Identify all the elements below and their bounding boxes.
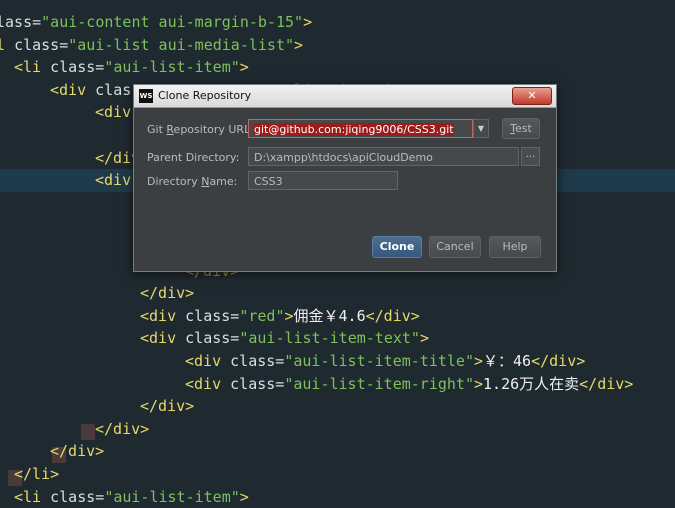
- code-line[interactable]: <div class="aui-list-item-title">￥：46</d…: [0, 350, 675, 373]
- help-button[interactable]: Help: [489, 236, 541, 258]
- code-token: </li>: [14, 465, 60, 483]
- code-line[interactable]: </div>: [0, 282, 675, 305]
- code-token: 佣金￥4.6: [293, 306, 366, 325]
- code-token: class=: [230, 374, 285, 393]
- code-token: clas: [95, 80, 132, 99]
- code-token: <div: [140, 306, 186, 325]
- browse-button[interactable]: ...: [521, 147, 540, 166]
- code-token: l: [0, 35, 6, 54]
- code-line[interactable]: <li class="aui-list-item">: [0, 56, 675, 79]
- code-token: </div>: [50, 442, 105, 461]
- code-token: >: [284, 306, 294, 325]
- code-token: class=: [185, 306, 240, 325]
- code-text: <li class="aui-list-item">: [14, 56, 249, 79]
- code-token: ￥：46: [483, 352, 532, 370]
- code-token: >: [294, 35, 304, 54]
- code-line[interactable]: l class="aui-list aui-media-list">: [0, 34, 675, 57]
- code-text: <div class="aui-list-item-title">￥：46</d…: [185, 350, 585, 373]
- directory-name-input[interactable]: CSS3: [248, 171, 398, 190]
- repository-url-input[interactable]: git@github.com:jiqing9006/CSS3.git: [248, 119, 473, 138]
- code-token: class=: [230, 352, 285, 370]
- webstorm-app-icon: WS: [139, 89, 153, 103]
- code-token: <div: [185, 352, 231, 370]
- code-token: >: [474, 352, 484, 370]
- code-token: >: [419, 329, 429, 348]
- code-token: <li: [14, 58, 51, 77]
- code-token: 1.26万人在卖: [483, 374, 580, 393]
- code-token: "aui-list-item-text": [239, 329, 420, 348]
- code-text: </div>: [140, 282, 194, 305]
- code-token: "red": [239, 306, 285, 325]
- code-token: >: [303, 13, 313, 31]
- code-text: <div class="aui-list-item-text">: [140, 327, 429, 350]
- url-history-dropdown[interactable]: ▼: [473, 119, 489, 138]
- code-token: </div>: [531, 352, 586, 370]
- code-line[interactable]: <div class="aui-list-item-right">1.26万人在…: [0, 373, 675, 396]
- parent-directory-input[interactable]: D:\xampp\htdocs\apiCloudDemo: [248, 147, 519, 166]
- code-token: >: [239, 58, 249, 77]
- code-text: l class="aui-list aui-media-list">: [0, 34, 303, 57]
- clone-button[interactable]: Clone: [372, 236, 422, 258]
- code-line[interactable]: </li>: [0, 463, 675, 486]
- code-text: </div>: [50, 440, 104, 463]
- dialog-title: Clone Repository: [158, 89, 252, 102]
- code-line[interactable]: </div>: [0, 440, 675, 463]
- code-token: >: [239, 487, 249, 506]
- code-token: </div>: [95, 419, 150, 438]
- test-button[interactable]: Test: [502, 118, 540, 139]
- code-token: </div>: [365, 306, 420, 325]
- code-token: class=: [50, 58, 105, 77]
- dialog-titlebar[interactable]: WS Clone Repository ✕: [134, 85, 556, 108]
- code-token: class=: [185, 329, 240, 348]
- code-line[interactable]: lass="aui-content aui-margin-b-15">: [0, 11, 675, 34]
- code-token: lass=: [0, 13, 42, 31]
- close-button[interactable]: ✕: [512, 87, 552, 105]
- code-token: <li: [14, 487, 51, 506]
- code-token: "aui-list-item": [104, 487, 240, 506]
- cancel-button[interactable]: Cancel: [429, 236, 481, 258]
- code-token: "aui-list-item": [104, 58, 240, 77]
- code-line[interactable]: <div class="red">佣金￥4.6</div>: [0, 305, 675, 328]
- code-token: class=: [14, 35, 69, 54]
- code-token: <div: [50, 80, 96, 99]
- code-text: <div class="aui-list-item-right">1.26万人在…: [185, 373, 633, 396]
- code-token: </div>: [579, 374, 634, 393]
- code-line[interactable]: <div class="aui-list-item-text">: [0, 327, 675, 350]
- repository-url-value: git@github.com:jiqing9006/CSS3.git: [254, 123, 454, 136]
- parent-directory-label: Parent Directory:: [147, 151, 240, 164]
- code-line[interactable]: <li class="aui-list-item">: [0, 486, 675, 508]
- code-token: "aui-list-item-right": [284, 374, 474, 393]
- code-token: class=: [50, 487, 105, 506]
- code-text: <div class="red">佣金￥4.6</div>: [140, 305, 420, 328]
- repository-url-label: Git Repository URL:: [147, 123, 254, 136]
- code-token: "aui-list aui-media-list": [68, 35, 295, 54]
- code-line[interactable]: </div>: [0, 418, 675, 441]
- clone-repository-dialog: WS Clone Repository ✕ Git Repository URL…: [133, 84, 557, 272]
- code-token: "aui-list-item-title": [284, 352, 474, 370]
- close-icon: ✕: [527, 89, 537, 102]
- code-text: <li class="aui-list-item">: [14, 486, 249, 508]
- code-text: lass="aui-content aui-margin-b-15">: [0, 11, 312, 34]
- code-text: </div>: [140, 395, 194, 418]
- code-token: "aui-content aui-margin-b-15": [41, 13, 304, 31]
- triangle-down-icon: ▼: [477, 124, 485, 133]
- code-line[interactable]: </div>: [0, 395, 675, 418]
- code-text: </div>: [95, 418, 149, 441]
- code-token: <div: [185, 374, 231, 393]
- code-token: </div>: [140, 397, 195, 416]
- code-text: </li>: [14, 463, 59, 486]
- code-token: <div: [140, 329, 186, 348]
- directory-name-label: Directory Name:: [147, 175, 238, 188]
- code-token: </div>: [140, 284, 195, 303]
- code-token: >: [474, 374, 484, 393]
